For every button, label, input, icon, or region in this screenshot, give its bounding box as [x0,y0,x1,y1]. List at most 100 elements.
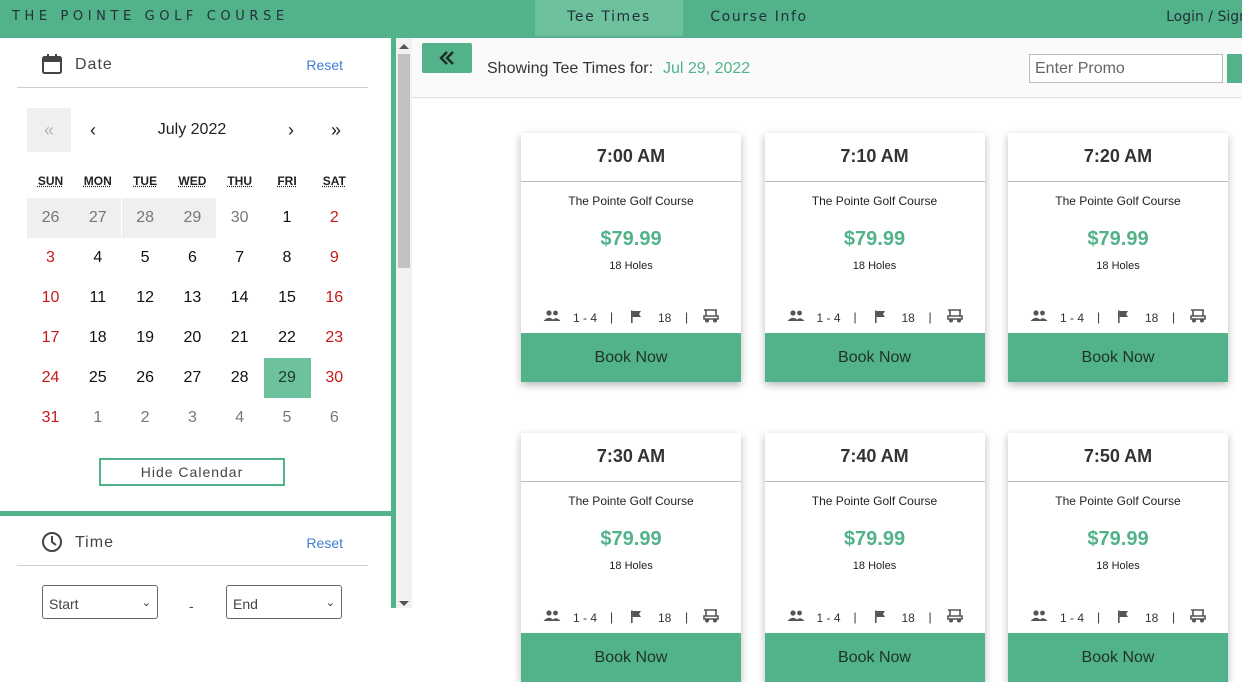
calendar-day[interactable]: 30 [216,198,263,238]
main-content: Showing Tee Times for: Jul 29, 2022 7:00… [412,38,1242,682]
calendar-day[interactable]: 28 [121,198,169,238]
book-now-button[interactable]: Book Now [521,633,741,682]
collapse-sidebar-button[interactable] [422,43,472,73]
scrollbar-thumb[interactable] [398,54,410,268]
holes-label: 18 Holes [1096,260,1140,272]
tee-time-card[interactable]: 7:00 AM The Pointe Golf Course $79.99 18 Ho… [521,133,741,382]
separator: | [685,310,689,324]
calendar-day[interactable]: 3 [27,238,74,278]
start-time-select[interactable]: Start ⌄ [42,585,158,619]
calendar-day[interactable]: 31 [27,398,74,438]
login-signup-link[interactable]: Login / Sign [1166,9,1242,25]
calendar-day[interactable]: 25 [74,358,121,398]
next-month-button[interactable]: › [269,108,313,152]
tee-time-card[interactable]: 7:30 AM The Pointe Golf Course $79.99 18 Ho… [521,433,741,682]
tee-time-card[interactable]: 7:40 AM The Pointe Golf Course $79.99 18 Ho… [764,433,985,682]
calendar-day[interactable]: 30 [311,358,358,398]
tee-time-card[interactable]: 7:10 AM The Pointe Golf Course $79.99 18 Ho… [764,133,985,382]
separator: | [928,610,932,624]
calendar-day[interactable]: 22 [264,318,311,358]
hide-calendar-button[interactable]: Hide Calendar [99,458,285,486]
book-now-button[interactable]: Book Now [1008,633,1228,682]
tee-time-card[interactable]: 7:50 AM The Pointe Golf Course $79.99 18 Ho… [1008,433,1228,682]
calendar-day[interactable]: 6 [311,398,358,438]
calendar-day[interactable]: 19 [122,318,169,358]
promo-code-input[interactable] [1029,54,1223,83]
book-now-button[interactable]: Book Now [521,333,741,382]
hole-count: 18 [658,311,672,325]
calendar-day[interactable]: 10 [27,278,74,318]
calendar-day[interactable]: 24 [27,358,74,398]
time-panel: Time Reset Start ⌄ - End ⌄ [0,516,391,619]
calendar-day[interactable]: 26 [122,358,169,398]
showing-date: Jul 29, 2022 [663,60,751,77]
calendar-day[interactable]: 4 [74,238,121,278]
course-name: The Pointe Golf Course [568,494,694,508]
holes-label: 18 Holes [852,560,897,572]
calendar-day[interactable]: 23 [311,318,358,358]
book-now-button[interactable]: Book Now [764,333,985,382]
calendar-day[interactable]: 15 [264,278,311,318]
calendar-day[interactable]: 14 [216,278,263,318]
sidebar-scrollbar[interactable] [396,38,412,608]
tee-time-price: $79.99 [843,228,906,250]
calendar-day[interactable]: 1 [264,198,311,238]
scroll-up-arrow-icon[interactable] [399,44,409,49]
calendar-grid: 26 27 28 29 30 1 2 3 4 5 6 7 8 9 10 11 12 13 14 15 16 17 18 19 2… [27,198,358,438]
calendar-day[interactable]: 5 [264,398,311,438]
next-year-button[interactable]: » [314,108,358,152]
calendar-day[interactable]: 28 [216,358,263,398]
calendar-day[interactable]: 27 [74,198,122,238]
calendar-day[interactable]: 17 [27,318,74,358]
calendar-day[interactable]: 8 [264,238,311,278]
calendar-day[interactable]: 2 [311,198,358,238]
calendar-day[interactable]: 4 [216,398,263,438]
separator: | [853,310,857,324]
hole-count: 18 [901,611,915,625]
prev-month-button[interactable]: ‹ [71,108,115,152]
calendar-day[interactable]: 29 [168,198,216,238]
end-time-value: End [233,596,258,612]
book-now-button[interactable]: Book Now [1008,333,1228,382]
calendar-day[interactable]: 13 [169,278,216,318]
tee-time-card[interactable]: 7:20 AM The Pointe Golf Course $79.99 18 Ho… [1008,133,1228,382]
prev-year-button[interactable]: « [27,108,71,152]
calendar-day[interactable]: 12 [122,278,169,318]
date-panel-title: Date [75,56,113,73]
date-reset-link[interactable]: Reset [306,57,343,73]
weekday-header: SUN MON TUE WED THU FRI SAT [27,174,358,192]
tab-tee-times[interactable]: Tee Times [535,0,683,36]
apply-promo-button[interactable] [1227,54,1242,83]
calendar-day[interactable]: 27 [169,358,216,398]
calendar-day[interactable]: 6 [169,238,216,278]
calendar-day[interactable]: 20 [169,318,216,358]
calendar-day[interactable]: 1 [74,398,121,438]
calendar-day[interactable]: 2 [122,398,169,438]
book-now-button[interactable]: Book Now [764,633,985,682]
brand-title[interactable]: THE POINTE GOLF COURSE [12,9,289,24]
tee-time-details: 1 - 4 | 18 | [765,308,985,326]
end-time-select[interactable]: End ⌄ [226,585,342,619]
time-panel-title: Time [75,534,114,551]
calendar-day[interactable]: 26 [27,198,74,238]
separator: | [1172,310,1176,324]
hole-count: 18 [658,611,672,625]
scroll-down-arrow-icon[interactable] [399,601,409,606]
time-reset-link[interactable]: Reset [306,535,343,551]
separator: | [928,310,932,324]
calendar-month-label[interactable]: July 2022 [137,108,247,152]
tee-time-details: 1 - 4 | 18 | [521,608,741,626]
calendar-day[interactable]: 7 [216,238,263,278]
calendar-day[interactable]: 18 [74,318,121,358]
calendar-day[interactable]: 29 [263,358,311,398]
tab-course-info[interactable]: Course Info [684,0,834,36]
separator: | [610,310,614,324]
tee-time-details: 1 - 4 | 18 | [521,308,741,326]
calendar-day[interactable]: 5 [122,238,169,278]
calendar-day[interactable]: 16 [311,278,358,318]
calendar-day[interactable]: 11 [74,278,121,318]
calendar-day[interactable]: 21 [216,318,263,358]
calendar-day[interactable]: 3 [169,398,216,438]
calendar-day[interactable]: 9 [311,238,358,278]
tee-time: 7:10 AM [764,133,985,182]
